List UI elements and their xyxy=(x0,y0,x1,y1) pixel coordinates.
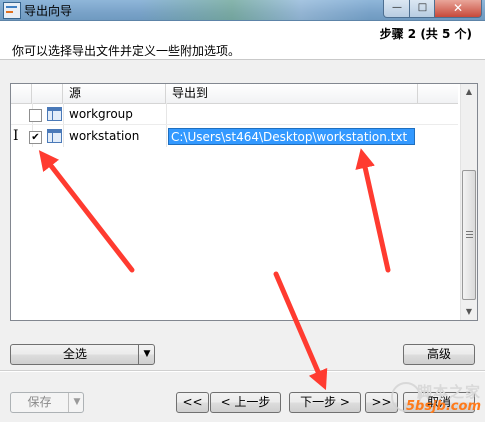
site-watermark: 脚本之家 5bsjb.com xyxy=(391,381,483,419)
annotation-arrow-to-checkbox xyxy=(38,150,135,273)
annotation-overlay xyxy=(38,148,391,391)
annotation-arrow-to-path xyxy=(355,148,391,273)
watermark-text-bottom: 5bsjb.com xyxy=(406,399,481,414)
annotation-arrow-to-next xyxy=(273,271,328,391)
